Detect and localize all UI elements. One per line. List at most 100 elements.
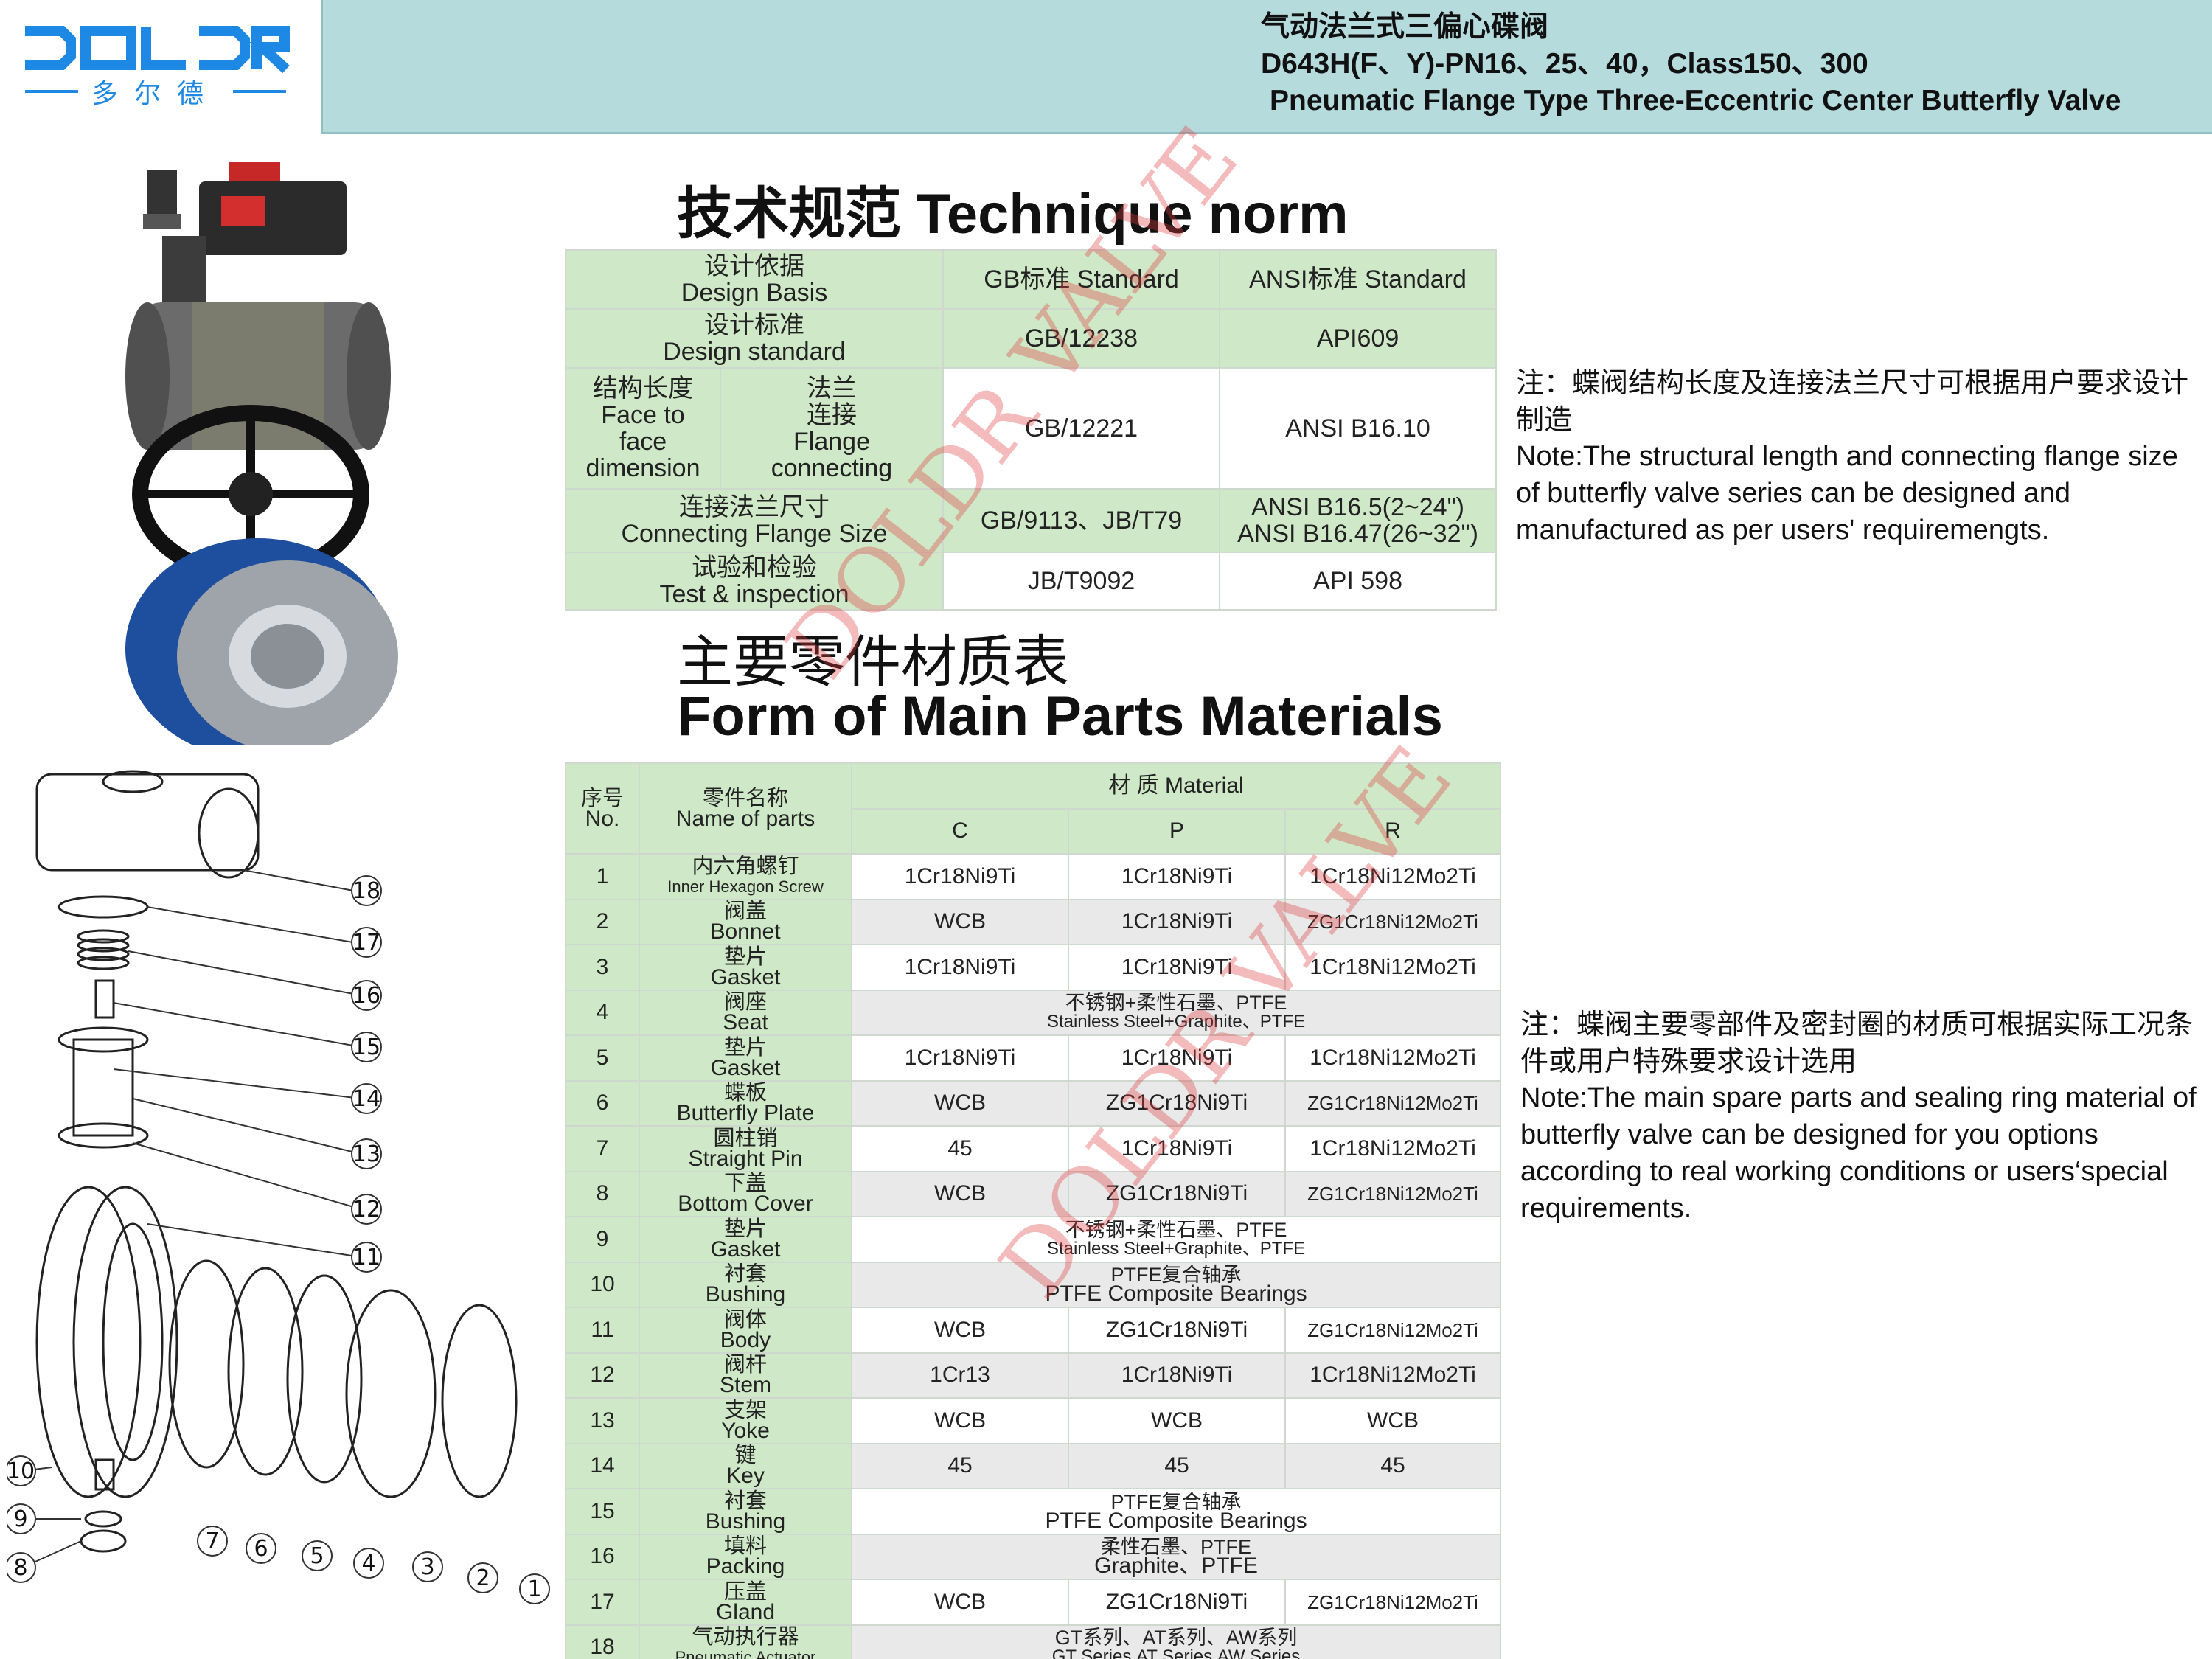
- part-name: 阀座 Seat: [639, 989, 852, 1036]
- spec-face-en-1: Face to: [601, 401, 685, 429]
- spec-design-standard-label: 设计标准 Design standard: [564, 308, 945, 369]
- part-name-en: Straight Pin: [688, 1146, 803, 1171]
- header-model: D643H(F、Y)-PN16、25、40，Class150、300: [1261, 48, 1868, 80]
- table-row: 15 衬套 Bushing PTFE复合轴承 PTFE Composite Bearin…: [565, 1488, 1502, 1535]
- part-name-cn: 气动执行器: [692, 1625, 799, 1649]
- material-r: ZG1Cr18Ni12Mo2Ti: [1284, 898, 1502, 945]
- materials-head-no-cn: 序号: [580, 786, 624, 810]
- material-span: 不锈钢+柔性石墨、PTFE Stainless Steel+Graphite、PT…: [850, 1216, 1502, 1263]
- material-span-en: PTFE Composite Bearings: [1045, 1508, 1307, 1533]
- material-c: 45: [851, 1125, 1069, 1172]
- row-number: 10: [565, 1261, 640, 1308]
- material-p: ZG1Cr18Ni9Ti: [1068, 1579, 1286, 1626]
- row-number: 14: [565, 1442, 640, 1489]
- section-title-technique-norm: 技术规范 Technique norm: [677, 183, 1349, 246]
- callout-2: 2: [476, 1565, 490, 1591]
- part-name: 压盖 Gland: [639, 1579, 852, 1626]
- part-name: 填料 Packing: [639, 1533, 852, 1580]
- callout-9: 9: [13, 1506, 27, 1532]
- spec-design-standard-cn: 设计标准: [704, 311, 804, 339]
- spec-flange-size-cn: 连接法兰尺寸: [679, 493, 830, 521]
- spec-design-standard-gb: GB/12238: [942, 308, 1221, 369]
- material-r: ZG1Cr18Ni12Mo2Ti: [1284, 1579, 1502, 1626]
- row-number: 5: [565, 1034, 640, 1082]
- row-number: 2: [565, 898, 640, 945]
- part-name-en: Gasket: [710, 1055, 781, 1080]
- material-c: WCB: [851, 1079, 1069, 1127]
- spec-flange-size-label: 连接法兰尺寸 Connecting Flange Size: [564, 488, 945, 553]
- table-row: 11 阀体 Body WCB ZG1Cr18Ni9Ti ZG1Cr18Ni12Mo2Ti: [565, 1307, 1502, 1354]
- spec-head-gb: GB标准 Standard: [942, 249, 1221, 310]
- row-number: 8: [565, 1170, 640, 1217]
- callout-17: 17: [352, 930, 380, 956]
- table-row: 7 圆柱销 Straight Pin 45 1Cr18Ni9Ti 1Cr18Ni12Mo2…: [565, 1125, 1502, 1172]
- material-r: 1Cr18Ni12Mo2Ti: [1284, 1352, 1502, 1399]
- part-name-cn: 衬套: [723, 1489, 767, 1513]
- material-r: 1Cr18Ni12Mo2Ti: [1284, 1125, 1502, 1172]
- part-name-cn: 阀盖: [723, 900, 767, 924]
- material-p: 1Cr18Ni9Ti: [1068, 1352, 1286, 1399]
- callout-8: 8: [13, 1555, 27, 1581]
- part-name-en: Yoke: [721, 1418, 770, 1443]
- spec-flange-cn-1: 法兰: [807, 375, 857, 403]
- material-c: WCB: [851, 898, 1069, 945]
- callout-18: 18: [352, 878, 380, 904]
- row-number: 13: [565, 1397, 640, 1444]
- section-title-materials-en: Form of Main Parts Materials: [677, 685, 1443, 748]
- spec-flange-en-2: connecting: [771, 454, 893, 482]
- part-name-en: Butterfly Plate: [676, 1101, 815, 1126]
- material-c: WCB: [851, 1307, 1069, 1354]
- part-name-en: Seat: [723, 1010, 768, 1035]
- material-r: ZG1Cr18Ni12Mo2Ti: [1284, 1170, 1502, 1217]
- material-r: ZG1Cr18Ni12Mo2Ti: [1284, 1307, 1502, 1354]
- spec-head-label-en: Design Basis: [681, 279, 828, 307]
- spec-test-label: 试验和检验 Test & inspection: [564, 552, 945, 611]
- part-name-cn: 支架: [723, 1398, 767, 1422]
- part-name-cn: 垫片: [723, 1035, 767, 1060]
- spec-head-label-cn: 设计依据: [704, 252, 804, 280]
- callout-15: 15: [352, 1034, 380, 1060]
- material-r: WCB: [1284, 1397, 1502, 1444]
- part-name-en: Pneumatic Actuator: [675, 1648, 816, 1659]
- spec-face-en-2: face: [619, 428, 667, 456]
- header-bar: 多尔德 气动法兰式三偏心碟阀 D643H(F、Y)-PN16、25、40，Cla…: [0, 0, 2212, 134]
- logo-line-left: [24, 90, 78, 93]
- material-p: 1Cr18Ni9Ti: [1068, 853, 1286, 900]
- part-name-cn: 垫片: [723, 945, 767, 969]
- spec-face-gb: GB/12221: [942, 367, 1221, 490]
- material-p: 45: [1068, 1442, 1286, 1489]
- note-structural: 注：蝶阀结构长度及连接法兰尺寸可根据用户要求设计制造 Note:The stru…: [1516, 364, 2194, 549]
- row-number: 4: [565, 989, 640, 1036]
- materials-head-no: 序号 No.: [565, 762, 640, 855]
- material-span-cn: 不锈钢+柔性石墨、PTFE: [1065, 1218, 1287, 1241]
- callout-12: 12: [352, 1197, 380, 1222]
- table-row: 12 阀杆 Stem 1Cr13 1Cr18Ni9Ti 1Cr18Ni12Mo2Ti: [565, 1352, 1502, 1399]
- note-structural-cn: 注：蝶阀结构长度及连接法兰尺寸可根据用户要求设计制造: [1516, 366, 2189, 436]
- exploded-parts-diagram: 18 17 16 15 14 13 12 11 10 9 8 7 6 5 4 3…: [7, 770, 550, 1604]
- table-row: 3 垫片 Gasket 1Cr18Ni9Ti 1Cr18Ni9Ti 1Cr18Ni12Mo…: [565, 944, 1502, 991]
- material-span: GT系列、AT系列、AW系列 GT Series,AT Series,AW Ser…: [850, 1624, 1502, 1659]
- spec-head-ansi: ANSI标准 Standard: [1219, 249, 1498, 310]
- part-name: 阀盖 Bonnet: [639, 898, 852, 945]
- part-name-cn: 填料: [723, 1534, 767, 1559]
- material-span: 柔性石墨、PTFE Graphite、PTFE: [850, 1533, 1502, 1580]
- spec-flange-size-en: Connecting Flange Size: [621, 520, 888, 548]
- spec-table: 设计依据 Design Basis GB标准 Standard ANSI标准 S…: [564, 249, 1498, 611]
- note-materials: 注：蝶阀主要零部件及密封圈的材质可根据实际工况条件或用户特殊要求设计选用 Not…: [1520, 1006, 2199, 1227]
- material-c: WCB: [851, 1397, 1069, 1444]
- callout-11: 11: [352, 1245, 380, 1270]
- material-p: ZG1Cr18Ni9Ti: [1068, 1307, 1286, 1354]
- part-name-en: Bonnet: [710, 919, 781, 945]
- table-row: 4 阀座 Seat 不锈钢+柔性石墨、PTFE Stainless Steel+Grap…: [565, 989, 1502, 1036]
- materials-head-c: C: [851, 807, 1069, 855]
- part-name: 内六角螺钉 Inner Hexagon Screw: [639, 853, 852, 900]
- spec-head-label: 设计依据 Design Basis: [564, 249, 945, 310]
- callout-1: 1: [527, 1576, 541, 1602]
- materials-head-p: P: [1068, 807, 1286, 855]
- part-name: 垫片 Gasket: [639, 1034, 852, 1082]
- material-c: 1Cr18Ni9Ti: [851, 853, 1069, 900]
- logo-line-right: [233, 90, 286, 93]
- spec-face-ansi: ANSI B16.10: [1219, 367, 1498, 490]
- table-row: 13 支架 Yoke WCB WCB WCB: [565, 1397, 1502, 1444]
- logo-sub-text: 多尔德: [91, 79, 220, 109]
